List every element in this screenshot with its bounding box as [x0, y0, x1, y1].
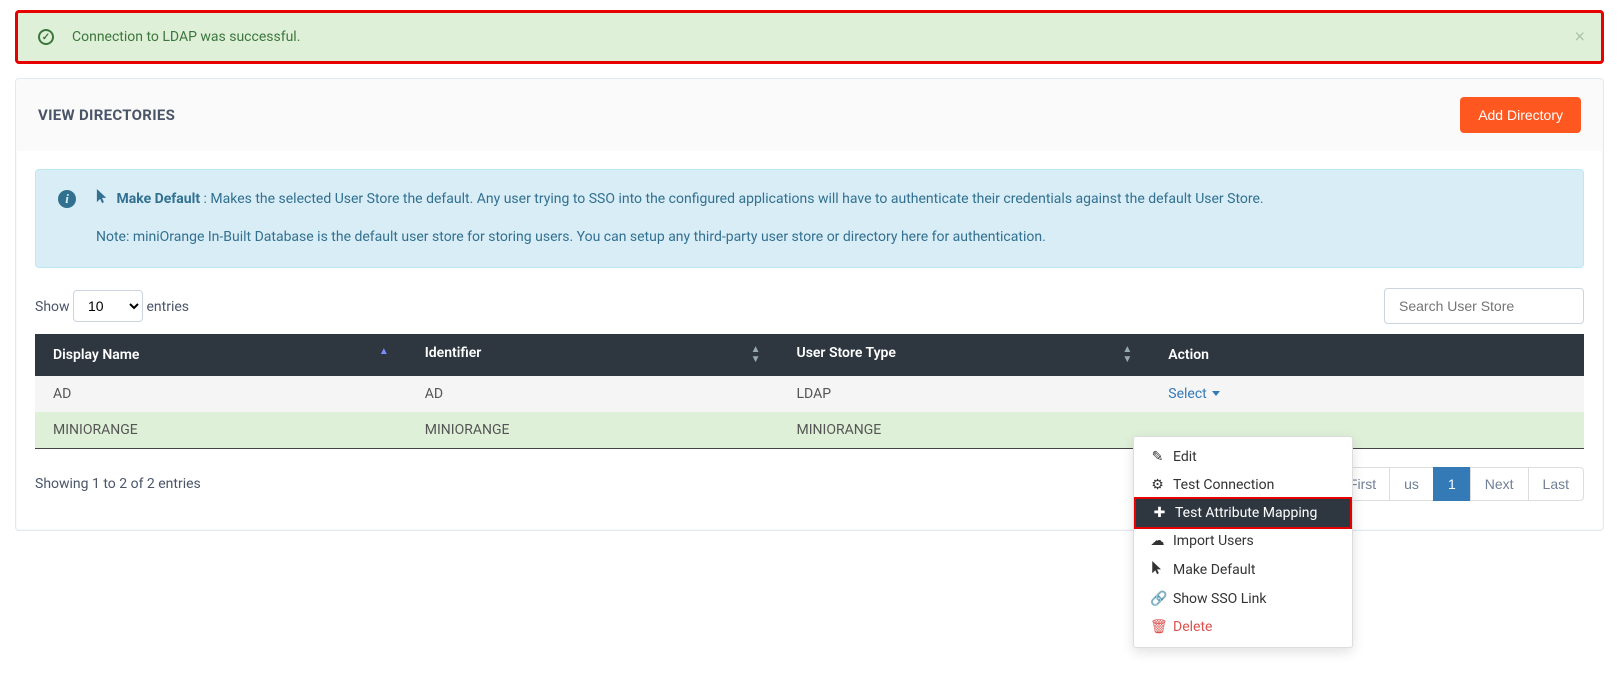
entries-label: entries: [147, 299, 190, 315]
col-identifier[interactable]: Identifier ▲▼: [407, 334, 779, 376]
cell-display-name: AD: [35, 376, 407, 412]
link-icon: 🔗: [1150, 591, 1165, 607]
cell-identifier: MINIORANGE: [407, 412, 779, 449]
gear-icon: ⚙: [1150, 477, 1165, 493]
col-display-name[interactable]: Display Name ▲: [35, 334, 407, 376]
row-action-select[interactable]: Select: [1168, 386, 1219, 402]
page-previous[interactable]: us: [1389, 467, 1434, 501]
col-action: Action: [1150, 334, 1584, 376]
cursor-icon: [96, 189, 109, 204]
length-control: Show 10 entries: [35, 290, 189, 322]
dropdown-edit[interactable]: ✎ Edit: [1134, 443, 1352, 471]
sort-icon: ▲▼: [1122, 345, 1132, 365]
dropdown-show-sso-link[interactable]: 🔗 Show SSO Link: [1134, 585, 1352, 613]
alert-message: Connection to LDAP was successful.: [72, 29, 300, 45]
page-1[interactable]: 1: [1433, 467, 1471, 501]
caret-down-icon: [1212, 391, 1220, 396]
show-label: Show: [35, 299, 70, 315]
cell-identifier: AD: [407, 376, 779, 412]
search-input[interactable]: [1384, 288, 1584, 324]
table-row: AD AD LDAP Select: [35, 376, 1584, 412]
col-user-store-type[interactable]: User Store Type ▲▼: [779, 334, 1151, 376]
table-header-row: Display Name ▲ Identifier ▲▼ User Store …: [35, 334, 1584, 376]
info-note: Note: miniOrange In-Built Database is th…: [96, 226, 1264, 248]
info-make-default: Make Default : Makes the selected User S…: [96, 188, 1264, 210]
edit-icon: ✎: [1150, 449, 1165, 465]
panel-body: i Make Default : Makes the selected User…: [17, 151, 1602, 529]
info-icon: i: [58, 190, 76, 208]
page-last[interactable]: Last: [1528, 467, 1584, 501]
info-box: i Make Default : Makes the selected User…: [35, 169, 1584, 268]
directories-table: Display Name ▲ Identifier ▲▼ User Store …: [35, 334, 1584, 449]
dropdown-make-default[interactable]: Make Default: [1134, 555, 1352, 585]
alert-success: ✓ Connection to LDAP was successful. ×: [15, 10, 1604, 64]
table-info: Showing 1 to 2 of 2 entries: [35, 476, 201, 492]
dropdown-import-users[interactable]: ☁ Import Users: [1134, 527, 1352, 555]
cell-user-store-type: LDAP: [779, 376, 1151, 412]
panel-title: VIEW DIRECTORIES: [38, 106, 175, 124]
directories-panel: VIEW DIRECTORIES Add Directory i Make De…: [15, 78, 1604, 531]
sort-asc-icon: ▲: [379, 347, 389, 357]
cell-user-store-type: MINIORANGE: [779, 412, 1151, 449]
trash-icon: 🗑: [1150, 619, 1165, 635]
table-controls: Show 10 entries: [35, 288, 1584, 324]
dropdown-test-attribute-mapping[interactable]: ✚ Test Attribute Mapping: [1134, 497, 1352, 529]
add-directory-button[interactable]: Add Directory: [1460, 97, 1581, 133]
dropdown-test-connection[interactable]: ⚙ Test Connection: [1134, 471, 1352, 499]
cursor-icon: [1150, 561, 1165, 579]
pagination: First us 1 Next Last: [1335, 467, 1584, 501]
info-make-default-label: Make Default: [116, 191, 200, 207]
page-next[interactable]: Next: [1470, 467, 1529, 501]
dropdown-delete[interactable]: 🗑 Delete: [1134, 613, 1352, 641]
cell-display-name: MINIORANGE: [35, 412, 407, 449]
cloud-upload-icon: ☁: [1150, 533, 1165, 549]
action-dropdown: ✎ Edit ⚙ Test Connection ✚ Test Attribut…: [1133, 436, 1353, 648]
info-body: Make Default : Makes the selected User S…: [96, 188, 1264, 249]
info-make-default-desc: : Makes the selected User Store the defa…: [204, 191, 1264, 207]
panel-header: VIEW DIRECTORIES Add Directory: [16, 79, 1603, 151]
sort-icon: ▲▼: [751, 345, 761, 365]
cell-action: Select: [1150, 376, 1584, 412]
length-select[interactable]: 10: [73, 290, 143, 322]
alert-close-button[interactable]: ×: [1574, 27, 1585, 48]
check-circle-icon: ✓: [38, 29, 54, 45]
mapping-icon: ✚: [1152, 505, 1167, 521]
